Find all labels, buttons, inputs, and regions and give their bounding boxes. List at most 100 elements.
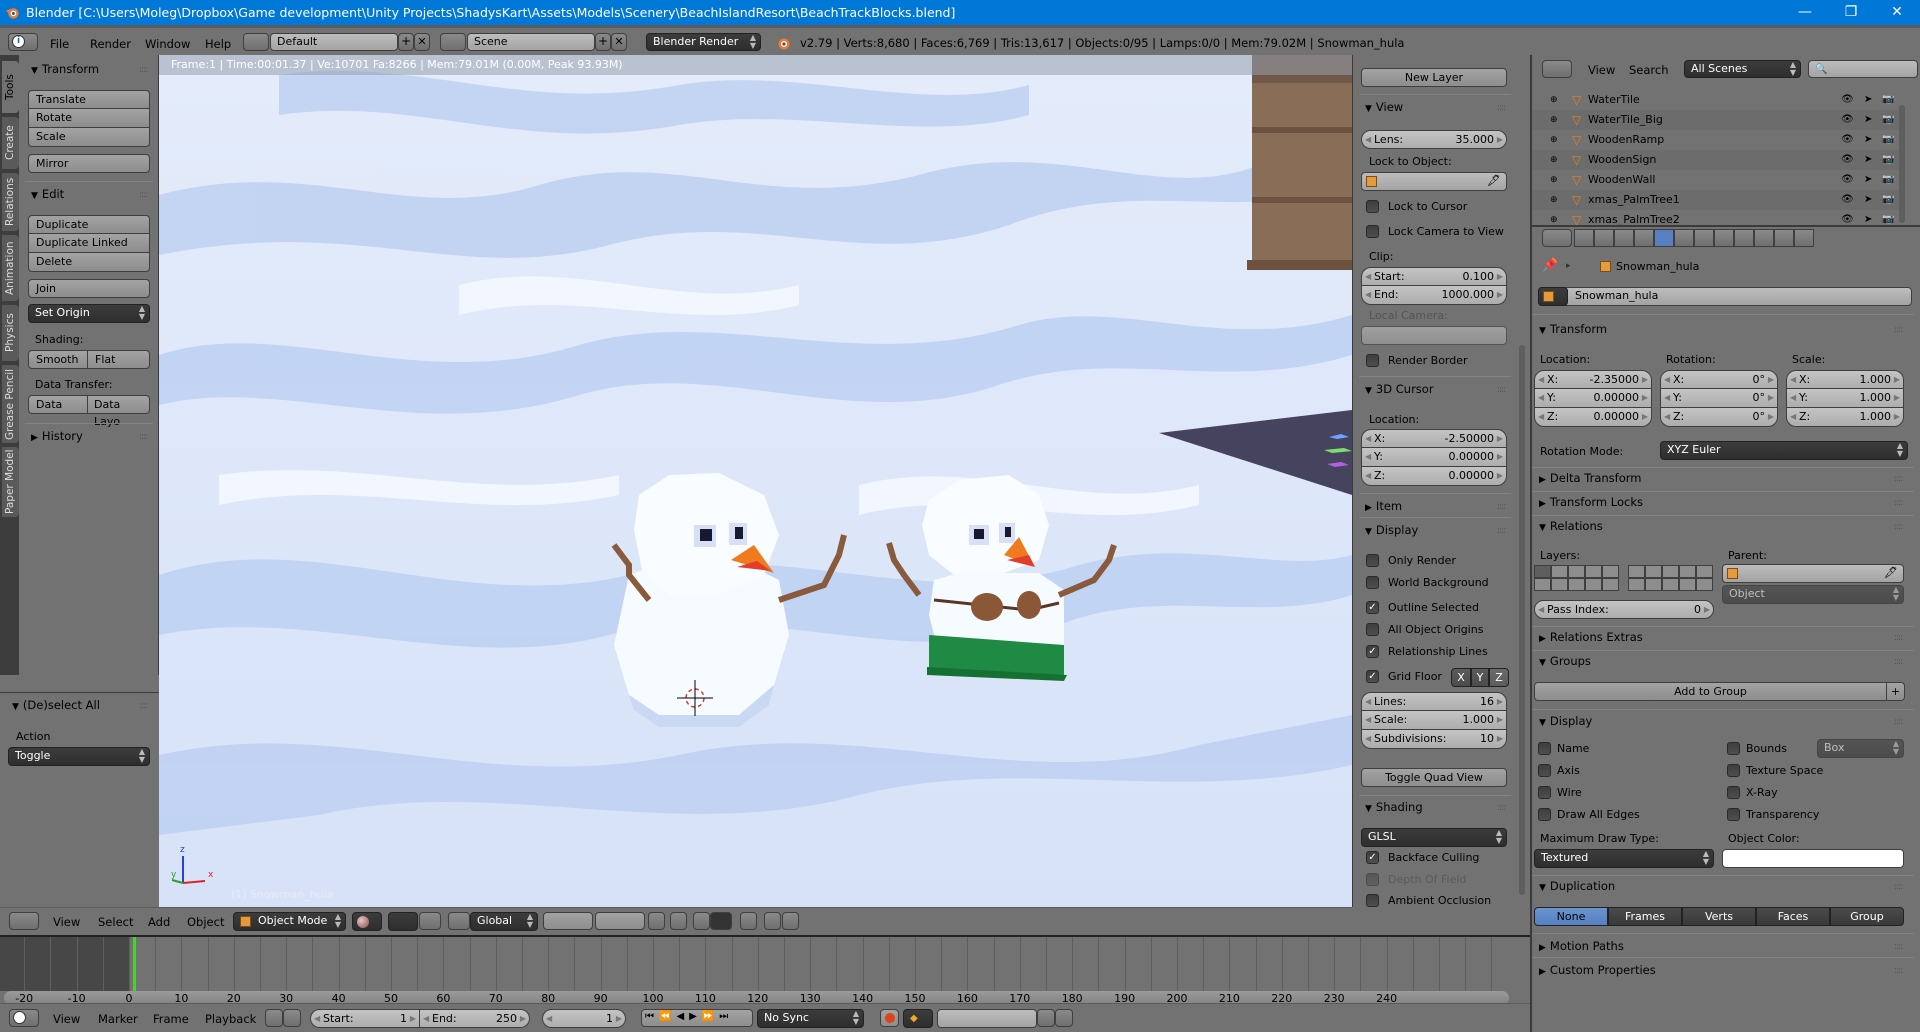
- drag-grip-icon[interactable]: ::::: [1894, 966, 1903, 976]
- visibility-eye-icon[interactable]: 👁: [1841, 150, 1854, 170]
- lock-camera-to-view-checkbox[interactable]: [1366, 225, 1379, 238]
- pivot-point-button[interactable]: [388, 912, 418, 931]
- smooth-button[interactable]: Smooth: [28, 350, 88, 369]
- layer-toggle[interactable]: [1696, 578, 1713, 591]
- lock-to-object-field[interactable]: 🖋: [1361, 172, 1507, 191]
- selectable-cursor-icon[interactable]: ➤: [1864, 90, 1872, 110]
- display-axis-checkbox[interactable]: [1538, 764, 1551, 777]
- drag-grip-icon[interactable]: ::::: [1894, 325, 1903, 335]
- relationship-lines-checkbox[interactable]: ✓: [1366, 645, 1379, 658]
- pin-icon[interactable]: 📌: [1542, 258, 1558, 273]
- panel-header-view[interactable]: ▼ View: [1365, 100, 1403, 114]
- panel-header-relations[interactable]: ▼ Relations: [1539, 519, 1603, 533]
- timeline-menu-marker[interactable]: Marker: [98, 1012, 138, 1026]
- auto-keying-button[interactable]: [880, 1009, 899, 1027]
- parent-type-dropdown[interactable]: Object ▲ ▼: [1722, 585, 1904, 604]
- expand-icon[interactable]: ⊕: [1550, 170, 1558, 190]
- scene-field[interactable]: Scene: [467, 33, 595, 51]
- pass-index-field[interactable]: ◀ Pass Index: 0 ▶: [1534, 600, 1714, 619]
- snap-magnet-icon[interactable]: [693, 912, 710, 930]
- layer-toggle[interactable]: [1585, 565, 1602, 578]
- panel-header-relations-extras[interactable]: ▶ Relations Extras: [1539, 630, 1643, 644]
- panel-header-display[interactable]: ▼ Display: [1365, 523, 1418, 537]
- context-tab-object-icon[interactable]: [1654, 229, 1674, 247]
- panel-header-history[interactable]: ▶ History: [31, 429, 83, 443]
- layer-toggle[interactable]: [1551, 578, 1568, 591]
- grid-axis-y-toggle[interactable]: Y: [1471, 668, 1489, 687]
- context-tab-material-icon[interactable]: [1734, 229, 1754, 247]
- drag-grip-icon[interactable]: ::::: [1894, 657, 1903, 667]
- scene-icon[interactable]: [440, 33, 466, 51]
- layer-toggle[interactable]: [1679, 565, 1696, 578]
- render-border-checkbox[interactable]: [1366, 354, 1379, 367]
- set-origin-dropdown[interactable]: Set Origin ▲ ▼: [28, 304, 150, 323]
- maximize-button[interactable]: ❐: [1828, 0, 1874, 25]
- visibility-eye-icon[interactable]: 👁: [1841, 190, 1854, 210]
- 3d-viewport[interactable]: z x y Frame:1 | Time:00:01.37 | Ve:10701…: [159, 55, 1352, 907]
- object-datablock-browse[interactable]: [1538, 287, 1568, 306]
- display-wire-checkbox[interactable]: [1538, 786, 1551, 799]
- viewport-menu-add[interactable]: Add: [148, 915, 170, 929]
- duplication-option-faces[interactable]: Faces: [1756, 907, 1830, 926]
- drag-grip-icon[interactable]: ::::: [1497, 103, 1506, 113]
- toggle-quad-view-button[interactable]: Toggle Quad View: [1361, 768, 1507, 787]
- menu-window[interactable]: Window: [145, 37, 190, 51]
- rotation-y-field[interactable]: ◀ Y: 0° ▶: [1660, 389, 1778, 408]
- current-frame-indicator[interactable]: [133, 937, 137, 991]
- panel-header-object-display[interactable]: ▼ Display: [1539, 714, 1592, 728]
- location-z-field[interactable]: ◀ Z: 0.00000 ▶: [1534, 408, 1652, 427]
- expand-icon[interactable]: ⊕: [1550, 130, 1558, 150]
- layer-toggle[interactable]: [1585, 578, 1602, 591]
- drag-grip-icon[interactable]: ::::: [139, 190, 148, 200]
- delete-screen-button[interactable]: ✕: [414, 33, 430, 51]
- timeline-menu-view[interactable]: View: [53, 1012, 80, 1026]
- drag-grip-icon[interactable]: ::::: [139, 432, 148, 442]
- drag-grip-icon[interactable]: ::::: [1497, 803, 1506, 813]
- end-frame-field[interactable]: ◀ End: 250 ▶: [420, 1009, 530, 1028]
- grid-axis-z-toggle[interactable]: Z: [1489, 668, 1509, 687]
- outliner-item[interactable]: ⊕ ▽ WoodenRamp 👁 ➤ 📷: [1532, 130, 1904, 150]
- selectable-cursor-icon[interactable]: ➤: [1864, 130, 1872, 150]
- timeline-editor-type-button[interactable]: [9, 1009, 39, 1027]
- renderable-camera-icon[interactable]: 📷: [1882, 170, 1894, 190]
- drag-grip-icon[interactable]: ::::: [139, 701, 148, 711]
- scale-z-field[interactable]: ◀ Z: 1.000 ▶: [1786, 408, 1904, 427]
- keying-mode-dropdown[interactable]: ◆: [903, 1009, 933, 1028]
- delete-keyframe-button[interactable]: [1055, 1009, 1073, 1027]
- selectable-cursor-icon[interactable]: ➤: [1864, 150, 1872, 170]
- menu-help[interactable]: Help: [205, 37, 231, 51]
- layer-toggle[interactable]: [1645, 578, 1662, 591]
- render-engine-dropdown[interactable]: Blender Render ▲ ▼: [646, 33, 761, 51]
- properties-editor-type-button[interactable]: [1542, 229, 1572, 247]
- panel-header-transform-locks[interactable]: ▶ Transform Locks: [1539, 495, 1643, 509]
- layer-toggle[interactable]: [1568, 565, 1585, 578]
- transparency-checkbox[interactable]: [1727, 808, 1740, 821]
- renderable-camera-icon[interactable]: 📷: [1882, 150, 1894, 170]
- viewport-editor-type-button[interactable]: [9, 912, 39, 930]
- layer-toggle[interactable]: [1568, 578, 1585, 591]
- renderable-camera-icon[interactable]: 📷: [1882, 110, 1894, 130]
- scale-x-field[interactable]: ◀ X: 1.000 ▶: [1786, 370, 1904, 389]
- object-color-swatch[interactable]: [1722, 849, 1904, 868]
- join-button[interactable]: Join: [28, 279, 150, 298]
- add-to-group-button[interactable]: Add to Group: [1534, 682, 1887, 701]
- outliner-item[interactable]: ⊕ ▽ WoodenSign 👁 ➤ 📷: [1532, 150, 1904, 170]
- world-background-checkbox[interactable]: [1366, 576, 1379, 589]
- visibility-eye-icon[interactable]: 👁: [1841, 170, 1854, 190]
- panel-header-duplication[interactable]: ▼ Duplication: [1539, 879, 1615, 893]
- snap-target-icon[interactable]: [740, 912, 757, 930]
- manipulator-toggle[interactable]: [419, 912, 441, 930]
- backface-culling-checkbox[interactable]: ✓: [1366, 851, 1379, 864]
- drag-grip-icon[interactable]: ::::: [139, 65, 148, 75]
- duplication-option-verts[interactable]: Verts: [1682, 907, 1756, 926]
- outliner-menu-search[interactable]: Search: [1629, 63, 1669, 77]
- screen-layout-field[interactable]: Default: [270, 33, 398, 51]
- visibility-eye-icon[interactable]: 👁: [1841, 110, 1854, 130]
- outliner-menu-view[interactable]: View: [1588, 63, 1615, 77]
- editor-type-button[interactable]: i: [8, 33, 38, 51]
- duplicate-button[interactable]: Duplicate: [28, 215, 150, 234]
- scene-layers-2[interactable]: [595, 912, 645, 930]
- tab-animation[interactable]: Animation: [2, 235, 19, 301]
- panel-header-groups[interactable]: ▼ Groups: [1539, 654, 1591, 668]
- rotation-mode-dropdown[interactable]: XYZ Euler ▲ ▼: [1660, 441, 1908, 460]
